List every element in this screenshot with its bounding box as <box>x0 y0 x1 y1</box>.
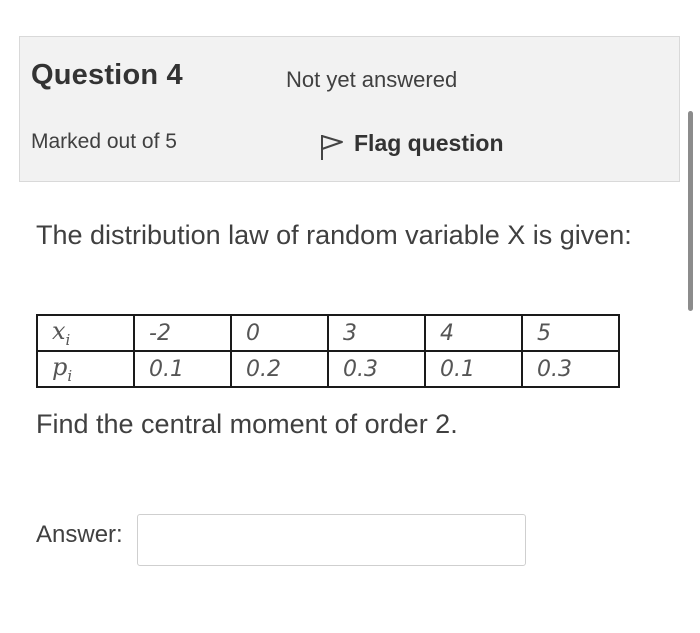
flag-question-button[interactable]: Flag question <box>320 125 504 161</box>
table-cell: 0.3 <box>327 350 426 388</box>
answer-input[interactable] <box>137 514 526 566</box>
row-subscript: i <box>67 367 73 385</box>
table-cell: 0.3 <box>521 350 620 388</box>
table-cell: 0.2 <box>230 350 329 388</box>
table-cell: 5 <box>521 314 620 352</box>
table-cell: 0 <box>230 314 329 352</box>
table-row-p: pi 0.1 0.2 0.3 0.1 0.3 <box>36 350 620 388</box>
question-state: Not yet answered <box>286 67 458 92</box>
row-subscript: i <box>65 331 71 349</box>
table-cell: 3 <box>327 314 426 352</box>
table-cell: 0.1 <box>424 350 523 388</box>
row-symbol: x <box>52 317 66 345</box>
row-header-x: xi <box>36 314 135 352</box>
row-symbol: p <box>52 353 68 381</box>
question-title: Question 4 <box>31 59 183 91</box>
scrollbar[interactable] <box>688 111 693 311</box>
question-grade: Marked out of 5 <box>31 130 177 153</box>
table-cell: 0.1 <box>133 350 232 388</box>
flag-icon <box>320 133 344 161</box>
flag-question-label: Flag question <box>354 129 504 156</box>
question-prompt: The distribution law of random variable … <box>36 220 632 250</box>
answer-label: Answer: <box>36 521 123 548</box>
table-cell: 4 <box>424 314 523 352</box>
row-header-p: pi <box>36 350 135 388</box>
table-row-x: xi -2 0 3 4 5 <box>36 314 620 352</box>
question-info-panel: Question 4 Not yet answered Marked out o… <box>19 36 680 182</box>
question-task: Find the central moment of order 2. <box>36 409 458 439</box>
table-cell: -2 <box>133 314 232 352</box>
distribution-table: xi -2 0 3 4 5 pi 0.1 0.2 0.3 0.1 0.3 <box>36 314 620 388</box>
